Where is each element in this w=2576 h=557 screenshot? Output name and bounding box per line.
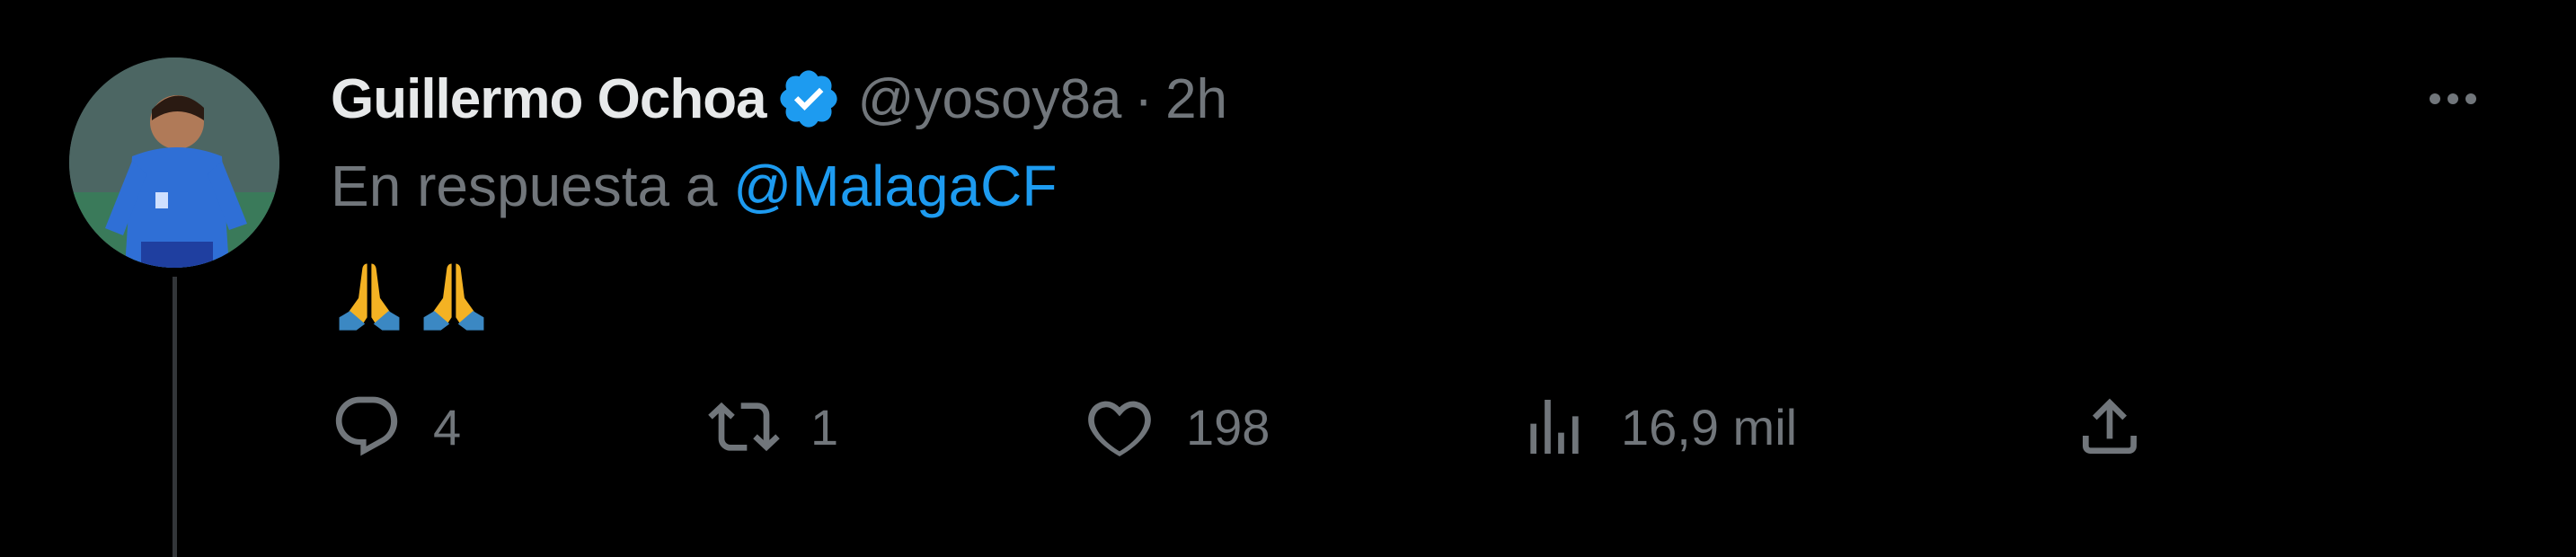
verified-badge-icon bbox=[775, 66, 842, 132]
separator-dot: · bbox=[1134, 67, 1154, 130]
like-count: 198 bbox=[1186, 398, 1270, 455]
reply-mention-link[interactable]: @MalagaCF bbox=[733, 154, 1057, 218]
folded-hands-icon bbox=[331, 255, 408, 332]
folded-hands-icon bbox=[415, 255, 492, 332]
more-options-icon[interactable] bbox=[2417, 72, 2489, 126]
tweet[interactable]: Guillermo Ochoa @yosoy8a · 2h En respues… bbox=[0, 0, 2576, 557]
share-button[interactable] bbox=[2074, 386, 2146, 467]
retweet-icon bbox=[708, 391, 780, 463]
reply-context: En respuesta a @MalagaCF bbox=[331, 153, 1057, 219]
heart-icon bbox=[1084, 391, 1155, 463]
views-button[interactable]: 16,9 mil bbox=[1518, 386, 1797, 467]
reply-prefix: En respuesta a bbox=[331, 154, 734, 218]
reply-button[interactable]: 4 bbox=[331, 386, 461, 467]
retweet-count: 1 bbox=[810, 398, 839, 455]
share-icon bbox=[2074, 391, 2146, 463]
author-name[interactable]: Guillermo Ochoa bbox=[331, 67, 767, 131]
avatar[interactable] bbox=[69, 57, 279, 268]
author-handle[interactable]: @yosoy8a bbox=[858, 67, 1122, 131]
thread-line bbox=[173, 277, 177, 557]
reply-icon bbox=[331, 391, 403, 463]
reply-count: 4 bbox=[433, 398, 462, 455]
like-button[interactable]: 198 bbox=[1084, 386, 1270, 467]
tweet-header: Guillermo Ochoa @yosoy8a · 2h bbox=[331, 61, 1227, 137]
tweet-time[interactable]: 2h bbox=[1165, 67, 1227, 131]
tweet-text bbox=[331, 253, 500, 334]
retweet-button[interactable]: 1 bbox=[708, 386, 838, 467]
views-count: 16,9 mil bbox=[1621, 398, 1798, 455]
views-chart-icon bbox=[1518, 391, 1590, 463]
